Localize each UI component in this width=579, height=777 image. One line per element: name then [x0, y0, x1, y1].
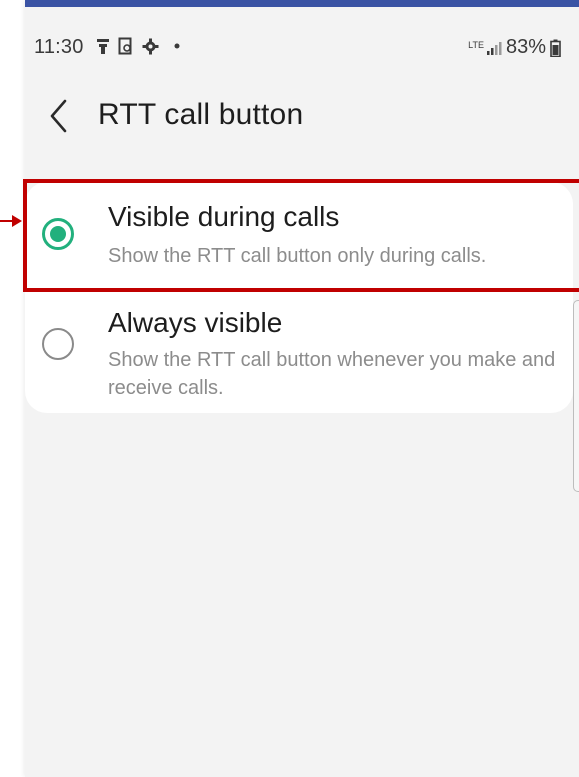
status-time: 11:30 — [34, 36, 84, 58]
option-visible-during-calls[interactable]: Visible during calls Show the RTT call b… — [25, 182, 573, 290]
dot-icon — [173, 36, 181, 56]
top-accent-bar — [25, 0, 579, 7]
notification-icon — [95, 36, 111, 56]
radio-unselected-icon[interactable] — [42, 328, 74, 360]
lte-signal-icon: LTE — [468, 40, 502, 56]
option-always-visible[interactable]: Always visible Show the RTT call button … — [25, 290, 573, 413]
screenshot-stage: 11:30 LTE 83% RTT call button Visible du… — [0, 0, 579, 777]
option-description: Show the RTT call button only during cal… — [108, 245, 487, 267]
status-bar: 11:30 LTE 83% — [25, 30, 579, 64]
battery-icon — [550, 39, 561, 57]
page-title: RTT call button — [98, 98, 304, 131]
option-title: Visible during calls — [108, 201, 340, 232]
edge-panel-handle[interactable] — [573, 300, 579, 492]
phone-screen: 11:30 LTE 83% RTT call button Visible du… — [25, 0, 579, 777]
screenshot-icon — [117, 36, 133, 56]
battery-percentage: 83% — [505, 36, 546, 58]
options-card: Visible during calls Show the RTT call b… — [25, 182, 573, 413]
back-button[interactable] — [39, 94, 79, 138]
network-type-label: LTE — [468, 39, 484, 50]
chevron-left-icon — [50, 99, 67, 133]
settings-gear-icon — [141, 36, 159, 56]
app-header: RTT call button — [25, 90, 579, 142]
radio-selected-icon[interactable] — [42, 218, 74, 250]
annotation-arrow-icon — [0, 215, 22, 227]
option-description: Show the RTT call button whenever you ma… — [108, 349, 556, 399]
status-right-group: LTE 83% — [468, 36, 561, 59]
option-title: Always visible — [108, 307, 283, 338]
